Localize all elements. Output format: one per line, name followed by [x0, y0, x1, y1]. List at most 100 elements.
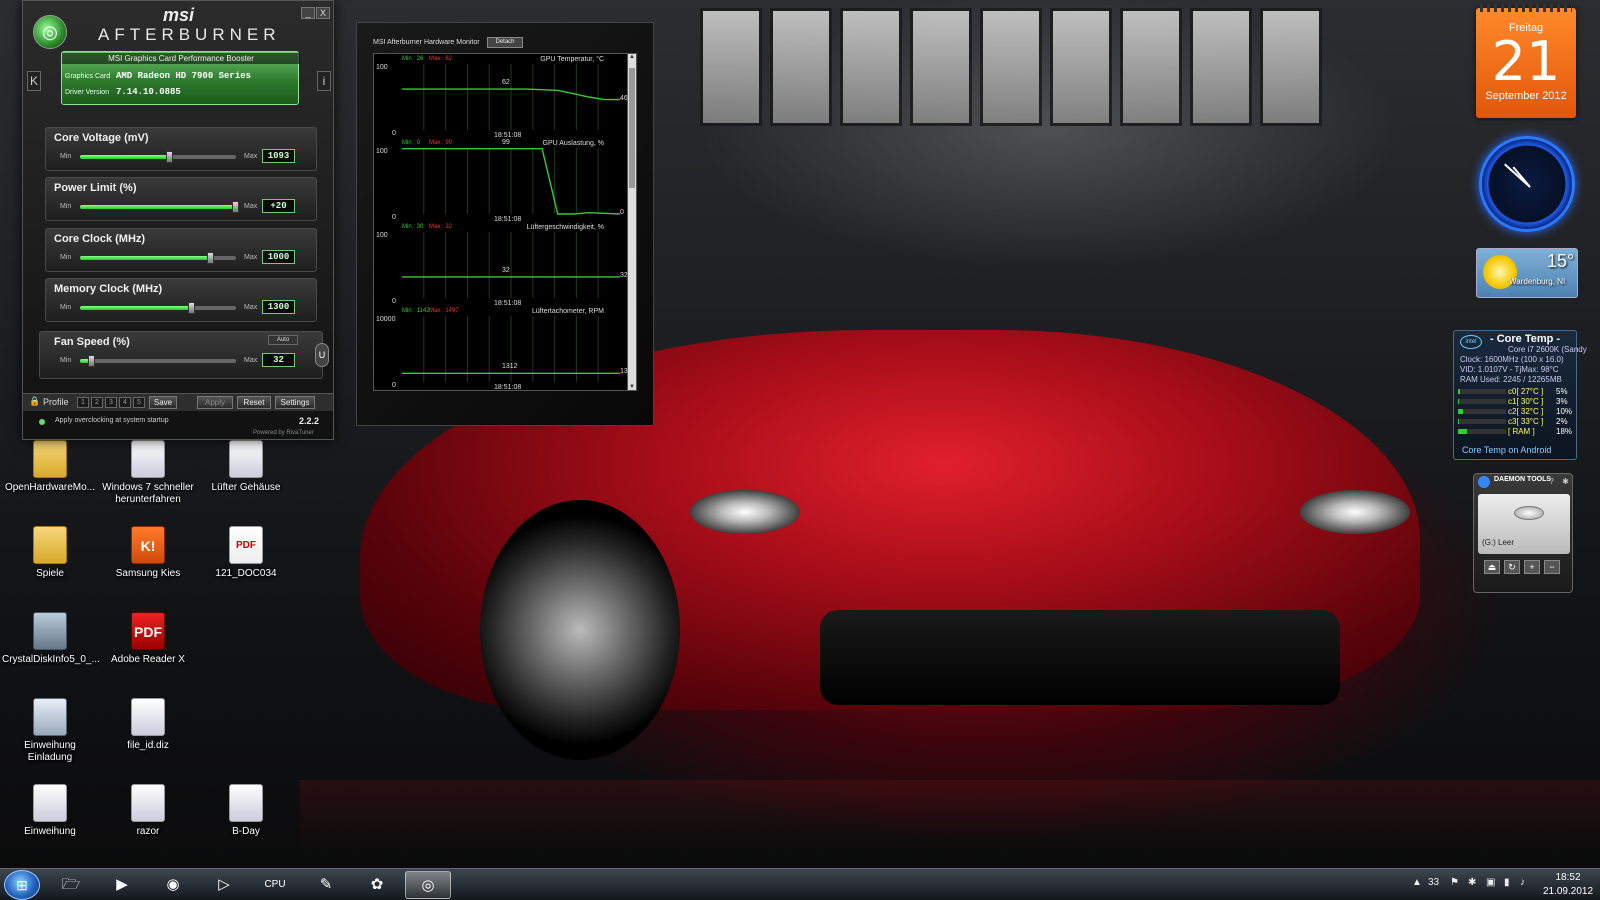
signal-icon[interactable]: ▮: [1504, 877, 1510, 888]
save-button[interactable]: Save: [149, 396, 177, 409]
lock-icon[interactable]: 🔒: [29, 396, 40, 407]
reset-button[interactable]: Reset: [237, 396, 271, 409]
graph-max: Max : 62: [429, 56, 453, 62]
tray-expand-icon[interactable]: ▲: [1412, 877, 1422, 888]
weather-location: Wardenburg, NI: [1509, 277, 1566, 286]
clock-time[interactable]: 18:52: [1538, 872, 1598, 883]
desktop-icon[interactable]: PDF 121_DOC034: [198, 526, 294, 580]
startup-text[interactable]: Apply overclocking at system startup: [55, 417, 169, 424]
skin-left-button[interactable]: K: [27, 71, 41, 91]
coretemp-android-link[interactable]: Core Temp on Android: [1462, 445, 1551, 455]
firefox-icon[interactable]: ◉: [150, 871, 196, 899]
apply-button[interactable]: Apply: [197, 396, 233, 409]
desktop-icon[interactable]: B-Day: [198, 784, 294, 838]
tools-icon[interactable]: ✎: [303, 871, 349, 899]
desktop-icon[interactable]: CrystalDiskInfo5_0_...: [2, 612, 100, 666]
profile-label: Profile: [43, 397, 69, 407]
desktop-icon-label: Einweihung: [24, 826, 76, 837]
cpuz-icon[interactable]: CPU: [252, 871, 298, 899]
afterburner-header[interactable]: ◎ msi AFTERBURNER _ X: [23, 1, 333, 53]
core-temp-label: c2[ 32°C ]: [1508, 407, 1544, 416]
add-drive-button[interactable]: +: [1524, 560, 1540, 574]
slider-thumb[interactable]: [88, 355, 96, 367]
scroll-down-icon[interactable]: ▼: [628, 384, 636, 390]
intel-logo: intel: [1460, 335, 1482, 349]
slider-thumb[interactable]: [207, 252, 215, 264]
remove-drive-button[interactable]: −: [1544, 560, 1560, 574]
close-button[interactable]: X: [316, 7, 330, 19]
slider-label: Memory Clock (MHz): [54, 283, 163, 295]
mount-button[interactable]: ⏏: [1484, 560, 1500, 574]
calendar-gadget[interactable]: Freitag 21 September 2012: [1476, 4, 1576, 118]
desktop-icon[interactable]: Einweihung Einladung: [2, 698, 98, 764]
core-clock-slider[interactable]: [80, 252, 236, 264]
fan-auto-button[interactable]: Auto: [268, 335, 298, 345]
document-icon: [229, 440, 263, 478]
refresh-button[interactable]: ↻: [1504, 560, 1520, 574]
icq-icon[interactable]: ✿: [354, 871, 400, 899]
profile-slot[interactable]: 1: [77, 397, 89, 408]
start-button[interactable]: ⊞: [4, 870, 40, 900]
power-limit-slider[interactable]: [80, 201, 239, 213]
scroll-up-icon[interactable]: ▲: [628, 54, 636, 60]
memory-clock-value[interactable]: 1300: [262, 300, 295, 314]
clock-date[interactable]: 21.09.2012: [1538, 886, 1598, 897]
core-voltage-slider[interactable]: [80, 151, 236, 163]
scrollbar-thumb[interactable]: [629, 68, 635, 188]
graph-y-max: 100: [376, 64, 388, 71]
daemon-settings-icon[interactable]: ✱: [1560, 476, 1571, 487]
fan-speed-value[interactable]: 32: [262, 353, 295, 367]
profile-slot[interactable]: 4: [119, 397, 131, 408]
profile-slot[interactable]: 2: [91, 397, 103, 408]
daemon-tools-gadget[interactable]: DAEMON TOOLS ? ✱ (G:) Leer ⏏ ↻ + −: [1473, 473, 1573, 593]
startup-toggle-icon[interactable]: [39, 419, 45, 425]
virtual-drive[interactable]: (G:) Leer: [1478, 494, 1570, 554]
desktop-icon[interactable]: razor: [100, 784, 196, 838]
core-voltage-value[interactable]: 1093: [262, 149, 295, 163]
system-tray: ▲ 33 ⚑ ✱ ▣ ▮ ♪ 18:52 21.09.2012: [1406, 869, 1600, 900]
coretemp-tray-icon[interactable]: ▣: [1486, 877, 1495, 888]
slider-thumb[interactable]: [166, 151, 174, 163]
clock-gadget[interactable]: [1479, 136, 1575, 232]
monitor-graph: Min : 26 Max : 62 GPU Temperatur, °C 100 0 18…: [374, 56, 628, 140]
power-limit-value[interactable]: +20: [262, 199, 295, 213]
desktop-icon[interactable]: Windows 7 schneller herunterfahren: [100, 440, 196, 506]
weather-gadget[interactable]: 15° Wardenburg, NI: [1476, 248, 1578, 298]
user-define-button[interactable]: U: [315, 343, 329, 367]
volume-icon[interactable]: ♪: [1520, 877, 1525, 888]
explorer-icon[interactable]: 🗁: [48, 871, 94, 899]
desktop-icon[interactable]: Spiele: [2, 526, 98, 580]
desktop-icon-label: Windows 7 schneller herunterfahren: [102, 482, 194, 505]
hardware-monitor-window[interactable]: MSI Afterburner Hardware Monitor Detach …: [356, 22, 654, 426]
desktop-icon[interactable]: file_id.diz: [100, 698, 196, 752]
core-clock-value[interactable]: 1000: [262, 250, 295, 264]
desktop-icon[interactable]: Lüfter Gehäuse: [198, 440, 294, 494]
desktop-icon[interactable]: Einweihung: [2, 784, 98, 838]
detach-button[interactable]: Detach: [487, 37, 523, 48]
profile-slot[interactable]: 5: [133, 397, 145, 408]
monitor-scrollbar[interactable]: ▲ ▼: [627, 54, 636, 390]
fan-speed-slider[interactable]: [80, 355, 236, 367]
profile-slot[interactable]: 3: [105, 397, 117, 408]
minimize-button[interactable]: _: [301, 7, 315, 19]
afterburner-icon[interactable]: ◎: [405, 871, 451, 899]
calendar-day: 21: [1491, 30, 1561, 93]
desktop-icon[interactable]: K! Samsung Kies: [100, 526, 196, 580]
graphics-card-value: AMD Radeon HD 7900 Series: [116, 71, 252, 81]
info-button[interactable]: i: [317, 71, 331, 91]
desktop-icon[interactable]: PDF Adobe Reader X: [100, 612, 196, 666]
afterburner-window[interactable]: ◎ msi AFTERBURNER _ X K i MSI Graphics C…: [22, 0, 334, 440]
memory-clock-slider[interactable]: [80, 302, 236, 314]
wallpaper-floor: [300, 780, 1600, 850]
media-player-icon[interactable]: ▶: [99, 871, 145, 899]
daemon-help-button[interactable]: ?: [1546, 476, 1557, 487]
settings-button[interactable]: Settings: [275, 396, 315, 409]
action-center-icon[interactable]: ⚑: [1450, 877, 1459, 888]
network-icon[interactable]: ✱: [1468, 877, 1476, 888]
desktop-icon[interactable]: OpenHardwareMo...: [2, 440, 98, 494]
media-center-icon[interactable]: ▷: [201, 871, 247, 899]
coretemp-gadget[interactable]: intel - Core Temp - Core i7 2600K (Sandy…: [1453, 330, 1587, 460]
slider-thumb[interactable]: [188, 302, 196, 314]
tray-count[interactable]: 33: [1428, 877, 1439, 888]
slider-thumb[interactable]: [232, 201, 239, 213]
